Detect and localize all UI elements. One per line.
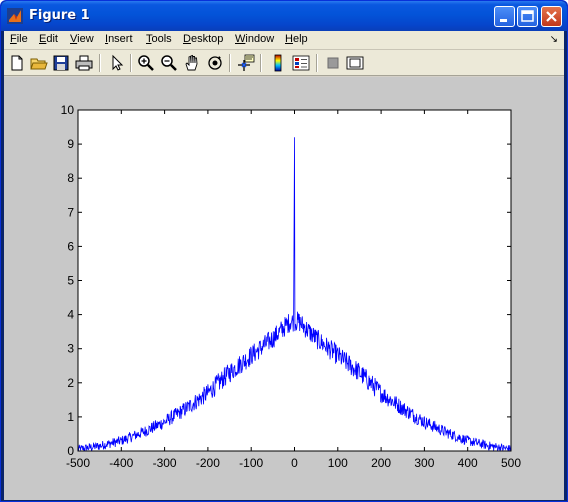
maximize-icon bbox=[521, 10, 534, 22]
minimize-button[interactable] bbox=[494, 6, 515, 27]
title-bar[interactable]: Figure 1 bbox=[1, 1, 567, 31]
y-tick-label: 3 bbox=[67, 342, 74, 356]
x-tick-label: 400 bbox=[458, 456, 478, 470]
y-tick-label: 5 bbox=[67, 274, 74, 288]
save-icon[interactable] bbox=[51, 53, 71, 73]
toolbar-separator bbox=[229, 54, 231, 72]
figure-toolbar bbox=[4, 50, 564, 76]
figure-window: Figure 1 File Edit View Insert Tools Des… bbox=[0, 0, 568, 502]
toolbar-separator bbox=[130, 54, 132, 72]
minimize-icon bbox=[500, 19, 507, 22]
y-tick-label: 0 bbox=[67, 444, 74, 458]
y-tick-label: 1 bbox=[67, 410, 74, 424]
menu-tools[interactable]: Tools bbox=[146, 33, 172, 45]
menu-file[interactable]: File bbox=[10, 33, 28, 45]
window-title: Figure 1 bbox=[29, 8, 90, 23]
close-icon bbox=[546, 11, 557, 22]
open-file-icon[interactable] bbox=[29, 53, 49, 73]
y-tick-label: 8 bbox=[67, 171, 74, 185]
x-tick-label: 0 bbox=[291, 456, 298, 470]
zoom-in-icon[interactable] bbox=[136, 53, 156, 73]
menu-edit[interactable]: Edit bbox=[39, 33, 58, 45]
x-tick-label: 100 bbox=[328, 456, 348, 470]
x-tick-label: -200 bbox=[196, 456, 220, 470]
x-tick-label: -500 bbox=[66, 456, 90, 470]
colorbar-icon[interactable] bbox=[268, 53, 288, 73]
y-tick-label: 2 bbox=[67, 376, 74, 390]
y-tick-label: 10 bbox=[61, 103, 75, 117]
pan-hand-icon[interactable] bbox=[182, 53, 202, 73]
pointer-icon[interactable] bbox=[107, 53, 127, 73]
data-cursor-icon[interactable] bbox=[236, 53, 256, 73]
zoom-out-icon[interactable] bbox=[159, 53, 179, 73]
y-tick-label: 7 bbox=[67, 205, 74, 219]
menu-help[interactable]: Help bbox=[285, 33, 308, 45]
x-tick-label: -100 bbox=[239, 456, 263, 470]
y-tick-label: 4 bbox=[67, 308, 74, 322]
hide-plot-tools-icon[interactable] bbox=[323, 53, 343, 73]
dock-arrow-icon[interactable]: ↘ bbox=[550, 34, 558, 45]
menu-view[interactable]: View bbox=[70, 33, 94, 45]
rotate-3d-icon[interactable] bbox=[205, 53, 225, 73]
new-figure-icon[interactable] bbox=[7, 53, 27, 73]
x-tick-label: 300 bbox=[414, 456, 434, 470]
x-tick-label: -300 bbox=[153, 456, 177, 470]
y-tick-label: 6 bbox=[67, 239, 74, 253]
toolbar-separator bbox=[260, 54, 262, 72]
figure-canvas[interactable]: -500 -400 -300 -200 -100 0 100 200 300 400 500 0 1 2 3… bbox=[4, 77, 564, 500]
x-tick-label: 500 bbox=[501, 456, 521, 470]
x-tick-label: -400 bbox=[109, 456, 133, 470]
x-tick-label: 200 bbox=[371, 456, 391, 470]
plot-axes[interactable]: -500 -400 -300 -200 -100 0 100 200 300 400 500 0 1 2 3… bbox=[4, 77, 564, 500]
menu-desktop[interactable]: Desktop bbox=[183, 33, 223, 45]
client-area: File Edit View Insert Tools Desktop Wind… bbox=[4, 31, 564, 500]
menu-window[interactable]: Window bbox=[235, 33, 274, 45]
print-icon[interactable] bbox=[74, 53, 94, 73]
y-tick-label: 9 bbox=[67, 137, 74, 151]
legend-icon[interactable] bbox=[291, 53, 311, 73]
menu-insert[interactable]: Insert bbox=[105, 33, 133, 45]
close-button[interactable] bbox=[541, 6, 562, 27]
maximize-button[interactable] bbox=[517, 6, 538, 27]
toolbar-separator bbox=[316, 54, 318, 72]
menu-bar: File Edit View Insert Tools Desktop Wind… bbox=[4, 31, 564, 50]
matlab-logo-icon bbox=[7, 8, 23, 24]
show-plot-tools-icon[interactable] bbox=[345, 53, 365, 73]
toolbar-separator bbox=[99, 54, 101, 72]
